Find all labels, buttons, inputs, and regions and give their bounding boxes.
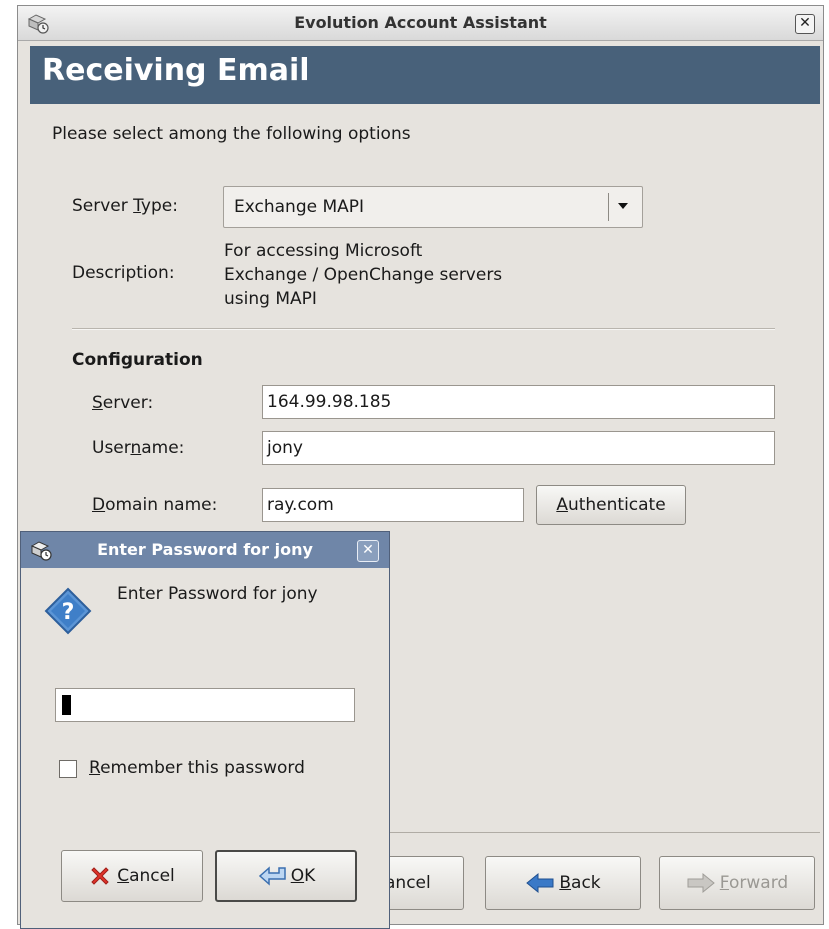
server-label: Server: — [92, 393, 154, 413]
forward-button[interactable]: Forward — [659, 856, 815, 910]
server-input[interactable]: 164.99.98.185 — [262, 385, 775, 419]
server-type-value: Exchange MAPI — [234, 197, 365, 217]
remember-password-label[interactable]: Remember this password — [89, 758, 305, 778]
description-label: Description: — [72, 263, 175, 283]
configuration-heading: Configuration — [72, 350, 203, 370]
dialog-close-button[interactable]: ✕ — [357, 540, 379, 562]
cancel-x-icon — [91, 867, 109, 885]
question-mark: ? — [62, 600, 75, 625]
domain-name-input[interactable]: ray.com — [262, 488, 524, 522]
intro-text: Please select among the following option… — [52, 124, 411, 144]
window-titlebar[interactable]: Evolution Account Assistant ✕ — [18, 6, 823, 41]
window-close-button[interactable]: ✕ — [795, 14, 815, 34]
cancel-button[interactable]: ancel — [378, 856, 464, 910]
username-label: Username: — [92, 438, 185, 458]
server-type-combobox[interactable]: Exchange MAPI — [223, 186, 643, 228]
dialog-ok-button[interactable]: OK — [215, 850, 357, 902]
dialog-cancel-button[interactable]: Cancel — [61, 850, 203, 902]
question-icon: ? — [44, 587, 92, 635]
combo-separator — [608, 193, 609, 221]
dialog-title: Enter Password for jony — [97, 540, 313, 559]
page-header: Receiving Email — [30, 46, 820, 104]
enter-arrow-icon — [258, 866, 286, 886]
back-button[interactable]: Back — [485, 856, 641, 910]
back-arrow-icon — [526, 872, 554, 894]
password-dialog: Enter Password for jony ✕ ? Enter Passwo… — [20, 531, 390, 929]
password-input[interactable] — [55, 688, 355, 722]
forward-arrow-icon — [687, 872, 715, 894]
username-input[interactable]: jony — [262, 431, 775, 465]
text-cursor — [62, 695, 71, 715]
server-type-label: Server Type: — [72, 196, 178, 216]
section-divider — [72, 328, 775, 330]
dialog-titlebar[interactable]: Enter Password for jony ✕ — [21, 532, 389, 568]
page-title: Receiving Email — [42, 53, 310, 88]
window-title: Evolution Account Assistant — [294, 13, 547, 32]
domain-name-label: Domain name: — [92, 495, 218, 515]
description-line: using MAPI — [224, 289, 317, 309]
remember-password-checkbox[interactable] — [59, 760, 77, 778]
password-prompt: Enter Password for jony — [117, 584, 318, 604]
description-line: For accessing Microsoft — [224, 241, 423, 261]
authenticate-button[interactable]: Authenticate — [536, 485, 686, 525]
description-text: For accessing Microsoft Exchange / OpenC… — [224, 239, 502, 311]
chevron-down-icon[interactable] — [616, 201, 630, 211]
description-line: Exchange / OpenChange servers — [224, 265, 503, 285]
